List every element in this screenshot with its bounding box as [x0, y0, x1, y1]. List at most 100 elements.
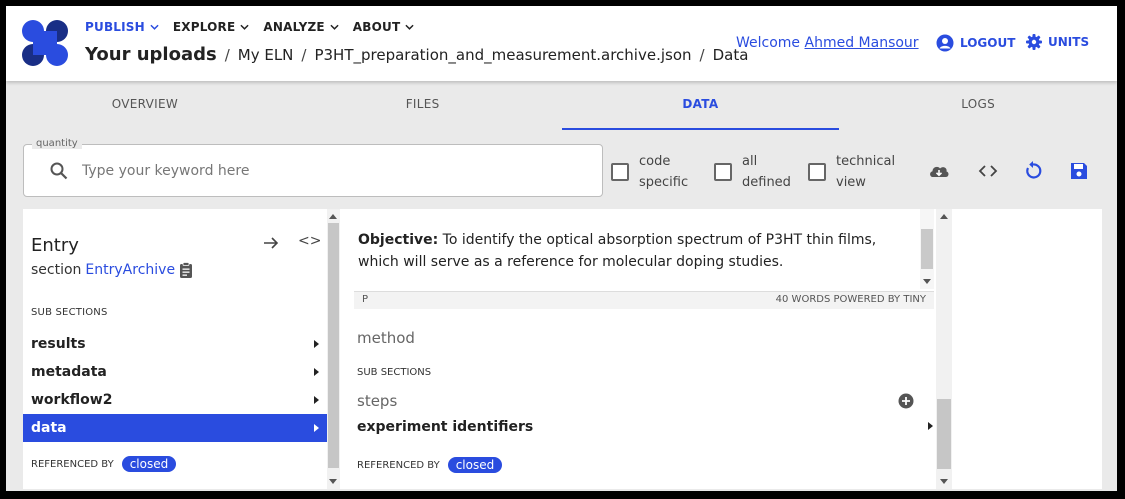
referenced-by-label: REFERENCED BY: [357, 459, 440, 471]
arrow-right-icon[interactable]: [261, 233, 281, 253]
scroll-up-icon[interactable]: [940, 214, 948, 219]
welcome-prefix: Welcome: [736, 35, 801, 51]
technical-view-checkbox[interactable]: [808, 163, 826, 181]
nav-item-label: workflow2: [31, 392, 113, 408]
code-specific-checkbox[interactable]: [611, 163, 629, 181]
nav-item-label: data: [31, 420, 67, 436]
all-defined-checkbox[interactable]: [714, 163, 732, 181]
code-icon[interactable]: [977, 160, 999, 182]
breadcrumb-my-eln[interactable]: My ELN: [238, 46, 294, 64]
main-menu: PUBLISH EXPLORE ANALYZE ABOUT: [85, 20, 414, 34]
caret-right-icon: [314, 368, 319, 376]
scroll-thumb[interactable]: [937, 399, 951, 469]
breadcrumb: Your uploads / My ELN / P3HT_preparation…: [85, 44, 748, 65]
scroll-thumb[interactable]: [328, 223, 339, 468]
clipboard-icon[interactable]: [179, 262, 193, 278]
gear-icon: [1026, 34, 1042, 50]
reload-icon[interactable]: [1022, 160, 1044, 182]
entry-section-info: section EntryArchive: [31, 262, 193, 278]
steps-subsection[interactable]: steps: [357, 392, 397, 410]
app-header: PUBLISH EXPLORE ANALYZE ABOUT Your uploa…: [6, 6, 1117, 81]
save-icon[interactable]: [1068, 160, 1090, 182]
editor-content[interactable]: Objective: To identify the optical absor…: [358, 229, 908, 273]
breadcrumb-your-uploads[interactable]: Your uploads: [85, 44, 217, 65]
filter-technical-view[interactable]: technical view: [808, 151, 896, 193]
empty-detail-panel: [952, 209, 1102, 489]
tab-files[interactable]: FILES: [284, 81, 562, 130]
rich-text-editor[interactable]: Objective: To identify the optical absor…: [340, 209, 936, 309]
breadcrumb-separator: /: [699, 46, 705, 64]
scroll-down-icon[interactable]: [923, 279, 931, 284]
section-prefix: section: [31, 262, 82, 278]
welcome-text: Welcome Ahmed Mansour: [736, 35, 919, 51]
subsections-label: SUB SECTIONS: [357, 367, 432, 378]
editor-word-count: 40 WORDS POWERED BY TINY: [775, 294, 926, 305]
breadcrumb-separator: /: [224, 46, 230, 64]
user-name-link[interactable]: Ahmed Mansour: [805, 35, 919, 51]
search-input[interactable]: [82, 159, 582, 183]
menu-explore-label: EXPLORE: [172, 20, 236, 34]
search-legend: quantity: [32, 138, 82, 149]
entry-tabs: OVERVIEW FILES DATA LOGS: [6, 81, 1117, 130]
referenced-by-label: REFERENCED BY: [31, 458, 114, 470]
chevron-down-icon: [150, 24, 159, 30]
chevron-down-icon: [240, 24, 250, 30]
menu-about-label: ABOUT: [352, 20, 401, 34]
referenced-by-row: REFERENCED BY closed: [31, 456, 177, 472]
breadcrumb-separator: /: [301, 46, 307, 64]
editor-scrollbar[interactable]: [920, 209, 934, 289]
add-circle-icon[interactable]: [898, 393, 914, 409]
editor-statusbar: P 40 WORDS POWERED BY TINY: [354, 291, 934, 309]
caret-right-icon: [314, 340, 319, 348]
experiment-identifiers-subsection[interactable]: experiment identifiers: [357, 419, 533, 435]
app-window: PUBLISH EXPLORE ANALYZE ABOUT Your uploa…: [6, 6, 1117, 491]
data-section-panel: Objective: To identify the optical absor…: [340, 209, 936, 489]
units-label: UNITS: [1048, 35, 1090, 49]
nav-item-data[interactable]: data: [23, 414, 327, 442]
scroll-down-icon[interactable]: [940, 479, 948, 484]
method-field[interactable]: method: [357, 329, 415, 347]
quantity-search-box: quantity: [23, 138, 603, 197]
code-view-icon[interactable]: <>: [298, 233, 321, 249]
section-link[interactable]: EntryArchive: [85, 262, 175, 278]
search-icon: [50, 162, 68, 180]
scroll-down-icon[interactable]: [329, 479, 337, 484]
caret-right-icon: [314, 424, 319, 432]
nav-item-label: metadata: [31, 364, 107, 380]
tab-overview[interactable]: OVERVIEW: [6, 81, 284, 130]
subsections-label: SUB SECTIONS: [31, 307, 108, 318]
entry-title: Entry: [31, 235, 79, 256]
units-button[interactable]: UNITS: [1026, 34, 1089, 50]
filter-all-defined[interactable]: all defined: [714, 151, 792, 193]
logout-label: LOGOUT: [960, 36, 1016, 50]
account-circle-icon: [936, 34, 954, 52]
tab-logs[interactable]: LOGS: [839, 81, 1117, 130]
menu-explore[interactable]: EXPLORE: [173, 20, 250, 34]
cloud-download-icon[interactable]: [928, 160, 950, 182]
nav-item-metadata[interactable]: metadata: [23, 358, 327, 386]
menu-publish[interactable]: PUBLISH: [85, 20, 159, 34]
caret-right-icon: [928, 422, 933, 430]
menu-analyze[interactable]: ANALYZE: [263, 20, 339, 34]
middle-panel-scrollbar[interactable]: [936, 209, 952, 489]
referenced-by-chip[interactable]: closed: [447, 457, 503, 473]
breadcrumb-archive-file[interactable]: P3HT_preparation_and_measurement.archive…: [314, 46, 691, 64]
tab-data[interactable]: DATA: [561, 81, 840, 130]
nav-item-results[interactable]: results: [23, 330, 327, 358]
referenced-by-row: REFERENCED BY closed: [357, 457, 503, 473]
left-panel-scrollbar[interactable]: [327, 209, 340, 489]
chevron-down-icon: [405, 24, 414, 30]
scroll-up-icon[interactable]: [329, 214, 337, 219]
referenced-by-chip[interactable]: closed: [121, 456, 177, 472]
filter-code-specific[interactable]: code specific: [611, 151, 699, 193]
menu-publish-label: PUBLISH: [85, 20, 145, 34]
entry-panel: Entry <> section EntryArchive SUB SECTIO…: [23, 209, 327, 489]
menu-about[interactable]: ABOUT: [353, 20, 415, 34]
code-specific-label: code specific: [639, 154, 689, 190]
scroll-thumb[interactable]: [921, 229, 933, 269]
logout-button[interactable]: LOGOUT: [936, 34, 1015, 52]
menu-analyze-label: ANALYZE: [263, 20, 325, 34]
nav-item-workflow2[interactable]: workflow2: [23, 386, 327, 414]
objective-label: Objective:: [358, 232, 439, 248]
nomad-logo[interactable]: [20, 18, 70, 68]
